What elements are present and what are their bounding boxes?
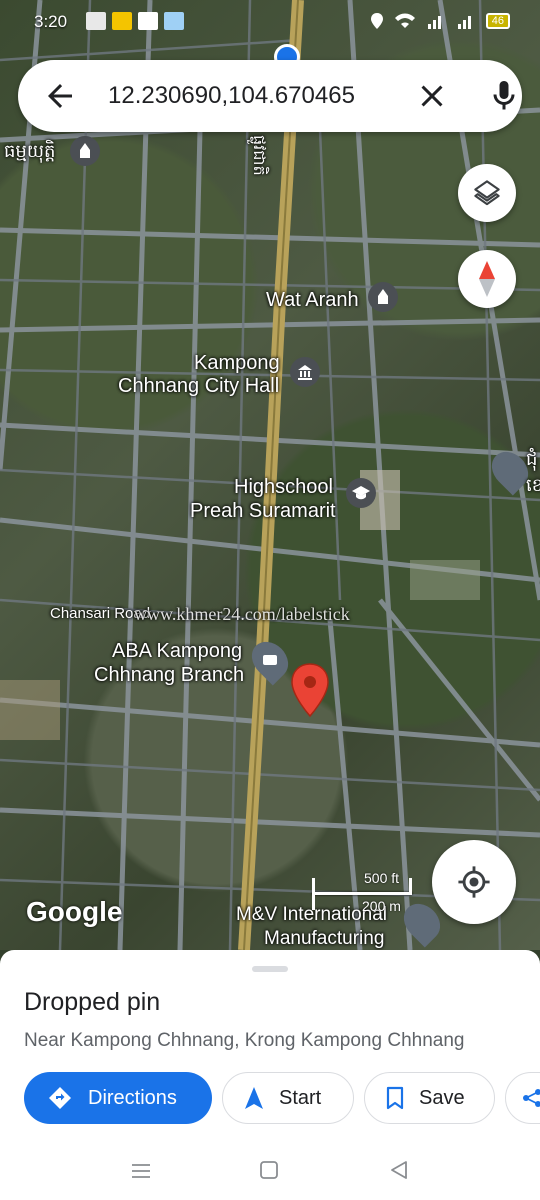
- google-logo: Google: [26, 896, 123, 927]
- save-button[interactable]: Save: [364, 1072, 495, 1124]
- right-edge-label: ជុំ: [526, 449, 538, 469]
- place-title: Dropped pin: [24, 988, 161, 1016]
- location-status-icon: [370, 13, 383, 29]
- highschool-label-2: Preah Suramarit: [190, 500, 336, 522]
- layers-icon: [474, 180, 500, 206]
- city-hall-label-1: Kampong: [194, 352, 280, 374]
- aba-label-1: ABA Kampong: [112, 640, 243, 662]
- home-icon[interactable]: [258, 1159, 280, 1181]
- scale-bar: 500 ft 200 m: [312, 870, 412, 914]
- watermark-text: www.khmer24.com/labelstick: [134, 604, 350, 624]
- start-button[interactable]: Start: [222, 1072, 354, 1124]
- mv-label-2: Manufacturing: [264, 928, 385, 949]
- directions-icon: [49, 1087, 71, 1109]
- share-button[interactable]: [505, 1072, 540, 1124]
- status-time: 3:20: [34, 12, 68, 31]
- system-icons: 46: [370, 12, 510, 30]
- app-notification-icon: [112, 12, 132, 30]
- status-bar: 3:20 46: [0, 0, 540, 44]
- app-notification-icon: [138, 12, 158, 30]
- share-icon: [523, 1089, 540, 1107]
- highschool-label-1: Highschool: [234, 476, 333, 498]
- directions-button[interactable]: Directions: [24, 1072, 212, 1124]
- back-arrow-icon[interactable]: [42, 78, 78, 114]
- navigation-arrow-icon: [245, 1087, 263, 1109]
- top-left-label: ធម្មយុត្តិ: [4, 141, 56, 161]
- signal-icon: [457, 16, 471, 29]
- government-building-icon[interactable]: [290, 357, 320, 387]
- signal-icon: [427, 16, 441, 29]
- app-notification-icon: [164, 12, 184, 30]
- school-icon[interactable]: [346, 478, 376, 508]
- my-location-button[interactable]: [432, 840, 516, 924]
- compass-icon: [479, 261, 495, 297]
- drag-handle[interactable]: [252, 966, 288, 972]
- wifi-icon: [394, 13, 415, 28]
- compass-button[interactable]: [458, 250, 516, 308]
- directions-label: Directions: [88, 1086, 177, 1109]
- temple-icon[interactable]: [70, 136, 100, 166]
- scale-ft-label: 500 ft: [364, 870, 400, 886]
- temple-icon[interactable]: [368, 282, 398, 312]
- wat-aranh-label: Wat Aranh: [266, 289, 359, 311]
- save-label: Save: [419, 1086, 465, 1109]
- search-query-text[interactable]: 12.230690,104.670465: [108, 82, 355, 110]
- map-view[interactable]: ធម្មយុត្តិ ផ្លូវជាតិ Wat Aranh Kampong C…: [0, 0, 540, 950]
- place-subtitle: Near Kampong Chhnang, Krong Kampong Chhn…: [24, 1030, 465, 1051]
- recent-apps-icon[interactable]: [130, 1160, 152, 1182]
- android-nav-bar: [0, 1146, 540, 1200]
- road-name-label: ផ្លូវជាតិ: [250, 135, 267, 176]
- dropped-pin-marker[interactable]: [290, 662, 330, 718]
- notification-icons: [86, 12, 184, 30]
- crosshair-icon: [458, 866, 490, 898]
- close-icon[interactable]: [414, 78, 450, 114]
- layers-button[interactable]: [458, 164, 516, 222]
- aba-label-2: Chhnang Branch: [94, 664, 245, 686]
- microphone-icon[interactable]: [486, 78, 522, 114]
- battery-indicator: 46: [485, 13, 510, 29]
- back-nav-icon[interactable]: [388, 1159, 410, 1181]
- search-bar[interactable]: 12.230690,104.670465: [18, 60, 522, 132]
- city-hall-label-2: Chhnang City Hall: [118, 375, 280, 397]
- start-label: Start: [279, 1086, 322, 1109]
- bookmark-icon: [386, 1086, 404, 1110]
- app-notification-icon: [86, 12, 106, 30]
- right-edge-label-2: ខេ: [526, 475, 540, 495]
- scale-m-label: 200 m: [362, 898, 401, 914]
